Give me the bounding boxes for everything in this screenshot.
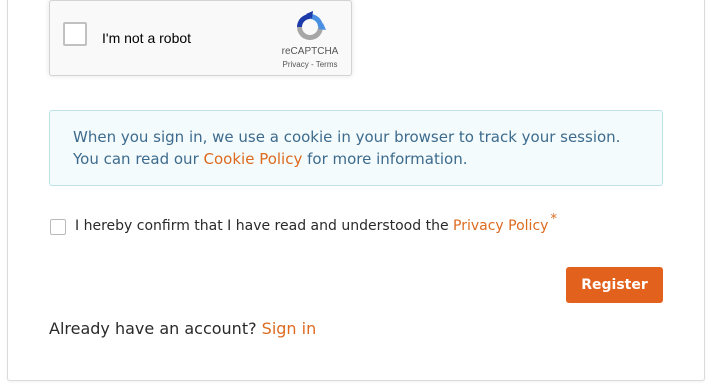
privacy-consent-label: I hereby confirm that I have read and un… (75, 212, 557, 236)
recaptcha-terms-link[interactable]: Terms (316, 60, 338, 69)
recaptcha-privacy-link[interactable]: Privacy (283, 60, 309, 69)
recaptcha-logo-icon (297, 11, 326, 40)
signin-prompt: Already have an account? (49, 319, 262, 338)
recaptcha-widget: I'm not a robot reCAPTCHA Privacy - Term… (49, 0, 352, 76)
cookie-policy-link[interactable]: Cookie Policy (204, 150, 303, 168)
recaptcha-label: I'm not a robot (102, 30, 192, 46)
recaptcha-links: Privacy - Terms (262, 60, 358, 70)
recaptcha-checkbox[interactable] (63, 22, 87, 46)
recaptcha-brand: reCAPTCHA (281, 46, 339, 57)
privacy-policy-link[interactable]: Privacy Policy (453, 218, 548, 234)
privacy-consent-text: I hereby confirm that I have read and un… (75, 218, 454, 234)
register-button[interactable]: Register (566, 267, 663, 303)
recaptcha-link-separator: - (308, 60, 316, 69)
required-asterisk: * (550, 212, 557, 227)
privacy-consent-checkbox[interactable] (50, 219, 66, 235)
sign-in-link[interactable]: Sign in (262, 319, 317, 338)
cookie-info-box: When you sign in, we use a cookie in you… (49, 110, 663, 186)
cookie-info-text-end: for more information. (302, 150, 468, 168)
signin-row: Already have an account? Sign in (49, 318, 316, 340)
